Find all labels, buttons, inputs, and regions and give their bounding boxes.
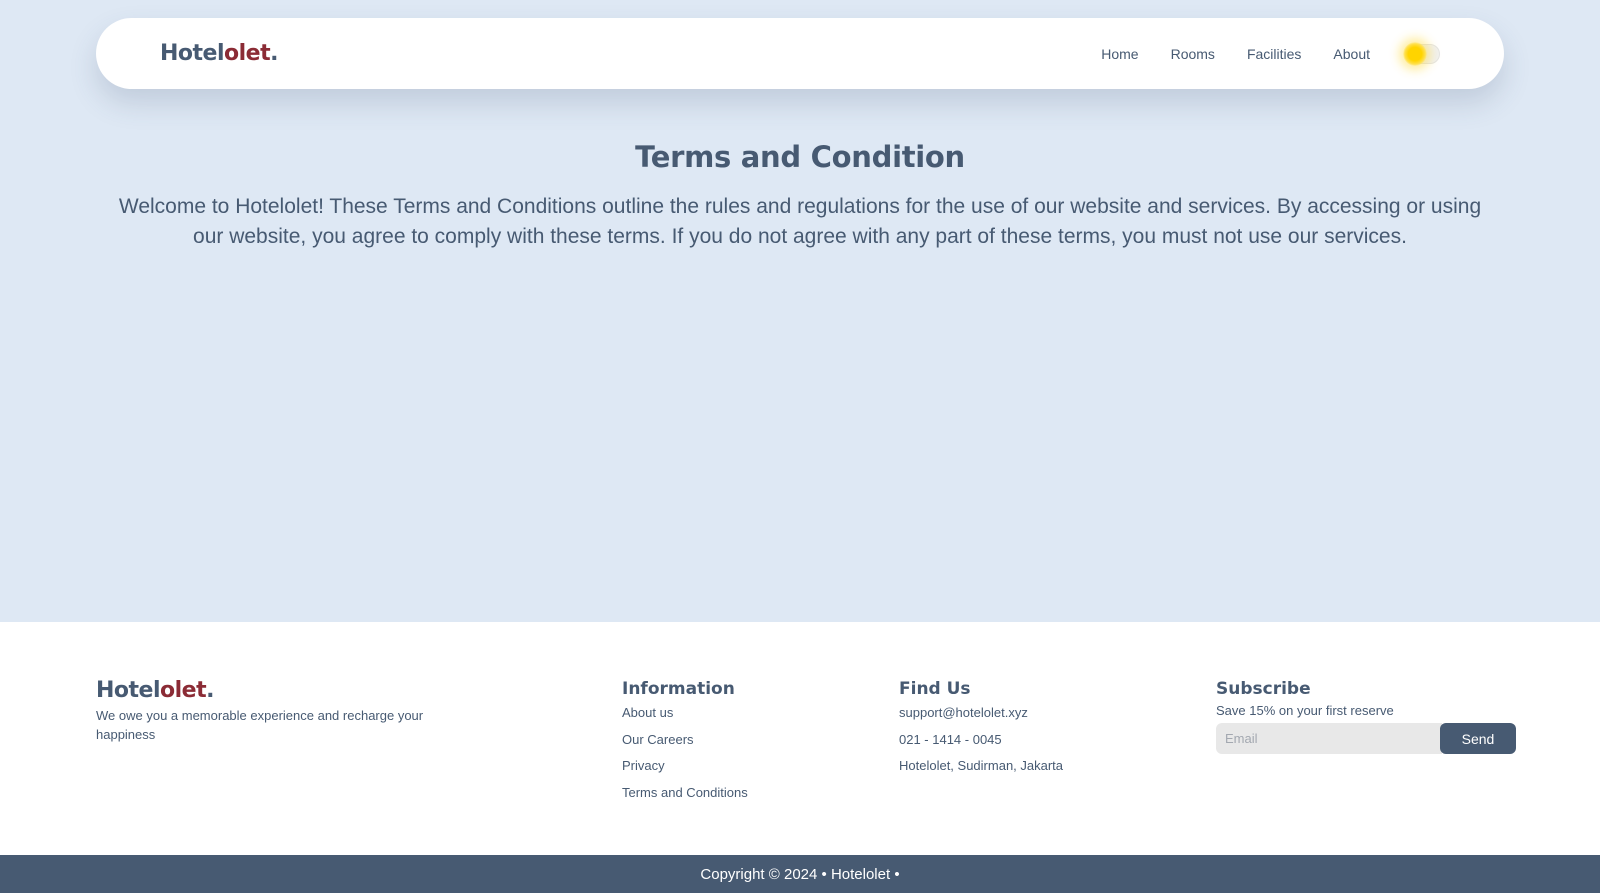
brand-logo-part1: Hotel <box>160 41 225 66</box>
footer-brand-part3: . <box>206 678 214 703</box>
footer-link-about-us[interactable]: About us <box>622 705 673 720</box>
list-item: Our Careers <box>622 727 748 754</box>
navbar: Hotelolet. Home Rooms Facilities About <box>96 18 1504 89</box>
send-button[interactable]: Send <box>1440 723 1516 754</box>
nav-link-rooms[interactable]: Rooms <box>1171 46 1215 62</box>
page: Hotelolet. Home Rooms Facilities About T… <box>0 0 1600 893</box>
theme-toggle[interactable] <box>1403 41 1440 66</box>
footer-find-us-column: Find Us support@hotelolet.xyz 021 - 1414… <box>899 678 1063 780</box>
page-title: Terms and Condition <box>635 140 965 174</box>
footer: Hotelolet. We owe you a memorable experi… <box>0 622 1600 855</box>
footer-tagline: We owe you a memorable experience and re… <box>96 708 424 742</box>
find-us-heading: Find Us <box>899 679 971 699</box>
subscribe-form: Send <box>1216 723 1516 754</box>
brand-logo[interactable]: Hotelolet. <box>160 41 278 66</box>
subscribe-text: Save 15% on your first reserve <box>1216 703 1394 718</box>
footer-information-column: Information About us Our Careers Privacy… <box>622 678 748 806</box>
footer-link-terms[interactable]: Terms and Conditions <box>622 785 748 800</box>
contact-email: support@hotelolet.xyz <box>899 705 1028 720</box>
footer-brand-logo[interactable]: Hotelolet. <box>96 678 456 704</box>
footer-subscribe-column: Subscribe Save 15% on your first reserve… <box>1216 678 1516 754</box>
nav-link-facilities[interactable]: Facilities <box>1247 46 1301 62</box>
nav-links: Home Rooms Facilities About <box>1101 41 1440 66</box>
brand-logo-part2: olet <box>224 41 271 66</box>
footer-link-careers[interactable]: Our Careers <box>622 732 694 747</box>
footer-brand-part1: Hotel <box>96 678 161 703</box>
list-item: Privacy <box>622 753 748 780</box>
find-us-list: support@hotelolet.xyz 021 - 1414 - 0045 … <box>899 700 1063 780</box>
main-content: Terms and Condition Welcome to Hotelolet… <box>0 140 1600 252</box>
copyright-text: Copyright © 2024 • Hotelolet • <box>700 865 900 883</box>
nav-link-about[interactable]: About <box>1333 46 1370 62</box>
footer-link-privacy[interactable]: Privacy <box>622 758 665 773</box>
nav-link-home[interactable]: Home <box>1101 46 1138 62</box>
sun-icon <box>1403 41 1427 66</box>
intro-paragraph: Welcome to Hotelolet! These Terms and Co… <box>118 195 1482 248</box>
copyright-bar: Copyright © 2024 • Hotelolet • <box>0 855 1600 893</box>
subscribe-heading: Subscribe <box>1216 679 1311 699</box>
footer-brand-part2: olet <box>160 678 207 703</box>
information-heading: Information <box>622 679 735 699</box>
footer-brand-column: Hotelolet. We owe you a memorable experi… <box>96 678 456 744</box>
list-item: About us <box>622 700 748 727</box>
brand-logo-part3: . <box>270 41 278 66</box>
information-list: About us Our Careers Privacy Terms and C… <box>622 700 748 806</box>
list-item: Terms and Conditions <box>622 780 748 807</box>
contact-address: Hotelolet, Sudirman, Jakarta <box>899 758 1064 773</box>
email-field[interactable] <box>1216 723 1442 754</box>
contact-phone: 021 - 1414 - 0045 <box>899 731 1002 747</box>
